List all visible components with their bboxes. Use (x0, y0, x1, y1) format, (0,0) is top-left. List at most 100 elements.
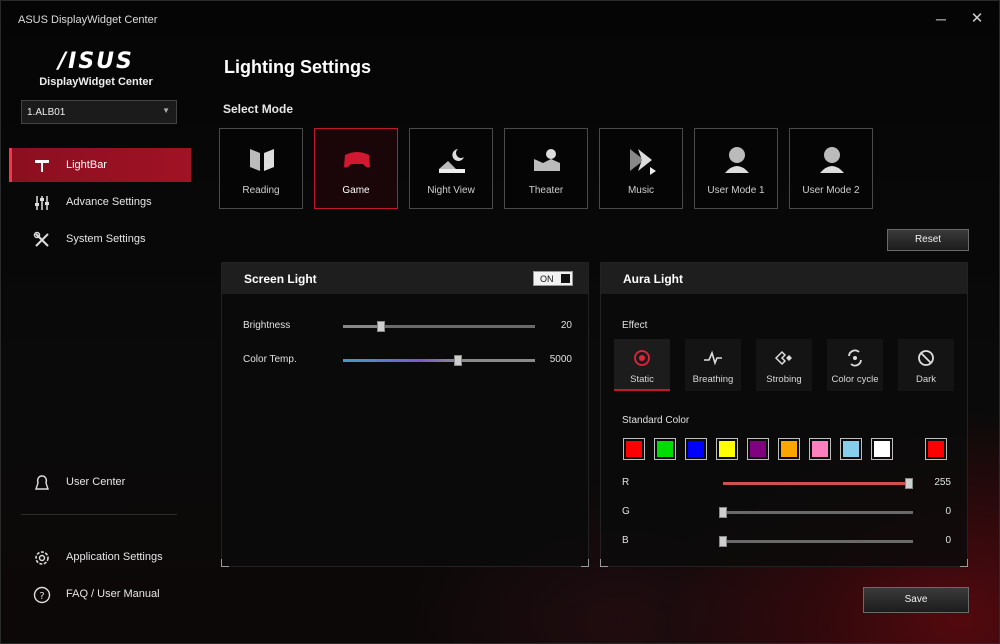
b-thumb[interactable] (719, 536, 727, 547)
lightbar-icon (35, 160, 49, 172)
color-swatch-light-blue[interactable] (840, 438, 862, 460)
color-temp-thumb[interactable] (454, 355, 463, 366)
theater-icon (534, 149, 560, 171)
toggle-knob (561, 274, 570, 283)
swatch-fill (688, 441, 704, 457)
color-swatch-purple[interactable] (747, 438, 769, 460)
screen-light-title: Screen Light (244, 272, 317, 286)
brightness-thumb[interactable] (377, 321, 386, 332)
mode-label: Music (627, 185, 655, 196)
panel-header: Aura Light (601, 263, 967, 294)
mode-card-music[interactable]: Music (599, 128, 683, 209)
sidebar-item-faq[interactable]: ? FAQ / User Manual (9, 577, 191, 611)
breathing-icon (704, 350, 722, 366)
panel-corner (221, 559, 229, 567)
panel-corner (960, 559, 968, 567)
r-label: R (622, 477, 630, 488)
sidebar-item-system-settings[interactable]: System Settings (9, 222, 191, 256)
r-fill (723, 482, 913, 485)
g-value: 0 (945, 506, 951, 517)
screen-light-toggle[interactable]: ON (533, 271, 573, 286)
app-subtitle: DisplayWidget Center (39, 76, 153, 88)
g-label: G (622, 506, 630, 517)
user-mode-icon (820, 147, 844, 173)
effect-label: Static (630, 374, 654, 385)
panel-corner (581, 559, 589, 567)
strobing-icon (774, 350, 792, 366)
gamepad-icon (344, 152, 370, 168)
reset-button[interactable]: Reset (887, 229, 969, 251)
mode-card-user-mode-2[interactable]: User Mode 2 (789, 128, 873, 209)
title-bar: ASUS DisplayWidget Center ─ ✕ (1, 1, 1000, 37)
color-swatch-blue[interactable] (685, 438, 707, 460)
sliders-icon (35, 196, 49, 210)
sidebar-item-application-settings[interactable]: Application Settings (9, 540, 191, 574)
sidebar-item-user-center[interactable]: User Center (9, 465, 191, 499)
effect-static[interactable]: Static (614, 339, 670, 391)
page-title: Lighting Settings (224, 57, 371, 77)
mode-card-user-mode-1[interactable]: User Mode 1 (694, 128, 778, 209)
mode-card-reading[interactable]: Reading (219, 128, 303, 209)
svg-text:?: ? (39, 591, 44, 602)
gear-icon (35, 551, 49, 565)
minimize-button[interactable]: ─ (926, 8, 956, 30)
brightness-slider[interactable] (343, 321, 535, 332)
color-temp-label: Color Temp. (243, 354, 297, 365)
r-slider[interactable] (723, 478, 914, 489)
window-title: ASUS DisplayWidget Center (18, 14, 158, 26)
brightness-value: 20 (560, 320, 572, 331)
mode-card-theater[interactable]: Theater (504, 128, 588, 209)
color-temp-slider[interactable] (343, 355, 535, 366)
effect-color-cycle[interactable]: Color cycle (827, 339, 883, 391)
mode-label: User Mode 1 (707, 185, 765, 196)
music-icon (630, 149, 656, 175)
static-icon (634, 350, 650, 366)
color-swatch-orange[interactable] (778, 438, 800, 460)
color-swatch-white[interactable] (871, 438, 893, 460)
color-swatch-green[interactable] (654, 438, 676, 460)
device-select[interactable]: 1.ALB01 ▼ (21, 100, 177, 124)
effect-label: Strobing (766, 374, 802, 385)
swatch-fill (657, 441, 673, 457)
asus-logo: /ISUS (58, 49, 134, 74)
user-mode-icon (725, 147, 749, 173)
device-select-value: 1.ALB01 (27, 107, 66, 118)
save-button[interactable]: Save (863, 587, 969, 613)
color-swatch-pink[interactable] (809, 438, 831, 460)
b-value: 0 (945, 535, 951, 546)
sidebar-item-lightbar[interactable]: LightBar (9, 148, 191, 182)
sidebar-item-label: User Center (66, 476, 126, 488)
mode-label: Reading (242, 185, 280, 196)
swatch-fill (781, 441, 797, 457)
effect-dark[interactable]: Dark (898, 339, 954, 391)
night-view-icon (439, 149, 465, 173)
g-thumb[interactable] (719, 507, 727, 518)
select-mode-label: Select Mode (223, 102, 294, 116)
effect-strobing[interactable]: Strobing (756, 339, 812, 391)
reading-icon (250, 149, 274, 171)
panel-header: Screen Light ON (222, 263, 588, 294)
panel-corner (600, 559, 608, 567)
toggle-label: ON (540, 274, 554, 284)
sidebar-item-label: LightBar (66, 159, 107, 171)
sidebar-item-label: FAQ / User Manual (66, 588, 160, 600)
sidebar-item-label: Application Settings (66, 551, 163, 563)
mode-card-night-view[interactable]: Night View (409, 128, 493, 209)
color-swatch-yellow[interactable] (716, 438, 738, 460)
brand-logo: /ISUS DisplayWidget Center (1, 49, 191, 88)
screen-light-panel: Screen Light ON (221, 262, 589, 567)
sidebar-item-advance-settings[interactable]: Advance Settings (9, 185, 191, 219)
g-slider[interactable] (719, 507, 913, 518)
close-button[interactable]: ✕ (962, 8, 992, 30)
help-icon: ? (33, 586, 51, 604)
swatch-fill (719, 441, 735, 457)
color-swatch-red[interactable] (623, 438, 645, 460)
mode-label: Night View (427, 185, 475, 196)
effect-label: Effect (622, 320, 648, 331)
dark-icon (918, 350, 934, 366)
aura-light-title: Aura Light (623, 272, 683, 286)
b-slider[interactable] (719, 536, 913, 547)
mode-card-game[interactable]: Game (314, 128, 398, 209)
brightness-label: Brightness (243, 320, 291, 331)
effect-breathing[interactable]: Breathing (685, 339, 741, 391)
